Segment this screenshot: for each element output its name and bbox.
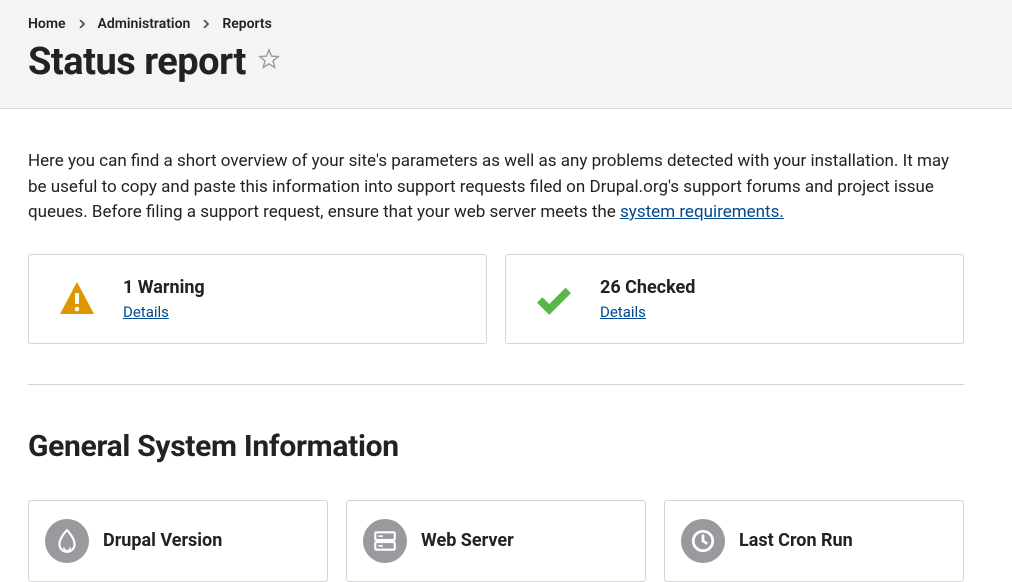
warning-title: 1 Warning xyxy=(123,277,205,298)
checked-title: 26 Checked xyxy=(600,277,695,298)
main-content: Here you can find a short overview of yo… xyxy=(0,109,1012,582)
section-heading: General System Information xyxy=(28,429,984,464)
web-server-title: Web Server xyxy=(421,530,514,551)
divider xyxy=(28,384,964,385)
web-server-card: Web Server xyxy=(346,500,646,582)
status-cards: 1 Warning Details 26 Checked Details xyxy=(28,254,964,344)
system-requirements-link[interactable]: system requirements. xyxy=(620,202,784,222)
page-title: Status report xyxy=(28,40,246,84)
info-cards: Drupal Version Web Server Last Cron xyxy=(28,500,964,582)
page-title-row: Status report xyxy=(28,40,984,84)
breadcrumb-reports[interactable]: Reports xyxy=(222,16,272,32)
intro-plain: Here you can find a short overview of yo… xyxy=(28,151,949,222)
chevron-right-icon xyxy=(202,18,210,31)
drupal-version-title: Drupal Version xyxy=(103,530,222,551)
last-cron-card: Last Cron Run xyxy=(664,500,964,582)
warning-text: 1 Warning Details xyxy=(123,277,205,321)
star-icon[interactable] xyxy=(258,48,280,76)
breadcrumb-administration[interactable]: Administration xyxy=(98,16,191,32)
drupal-version-card: Drupal Version xyxy=(28,500,328,582)
checked-text: 26 Checked Details xyxy=(600,277,695,321)
check-icon xyxy=(534,279,574,319)
server-icon xyxy=(363,519,407,563)
drupal-icon xyxy=(45,519,89,563)
chevron-right-icon xyxy=(78,18,86,31)
warning-icon xyxy=(57,279,97,319)
warning-details-link[interactable]: Details xyxy=(123,303,169,321)
checked-card: 26 Checked Details xyxy=(505,254,964,344)
checked-details-link[interactable]: Details xyxy=(600,303,646,321)
last-cron-title: Last Cron Run xyxy=(739,530,853,551)
clock-icon xyxy=(681,519,725,563)
header-region: Home Administration Reports Status repor… xyxy=(0,0,1012,109)
warning-card: 1 Warning Details xyxy=(28,254,487,344)
intro-text: Here you can find a short overview of yo… xyxy=(28,149,964,226)
breadcrumb-home[interactable]: Home xyxy=(28,16,66,32)
breadcrumb: Home Administration Reports xyxy=(28,16,984,32)
